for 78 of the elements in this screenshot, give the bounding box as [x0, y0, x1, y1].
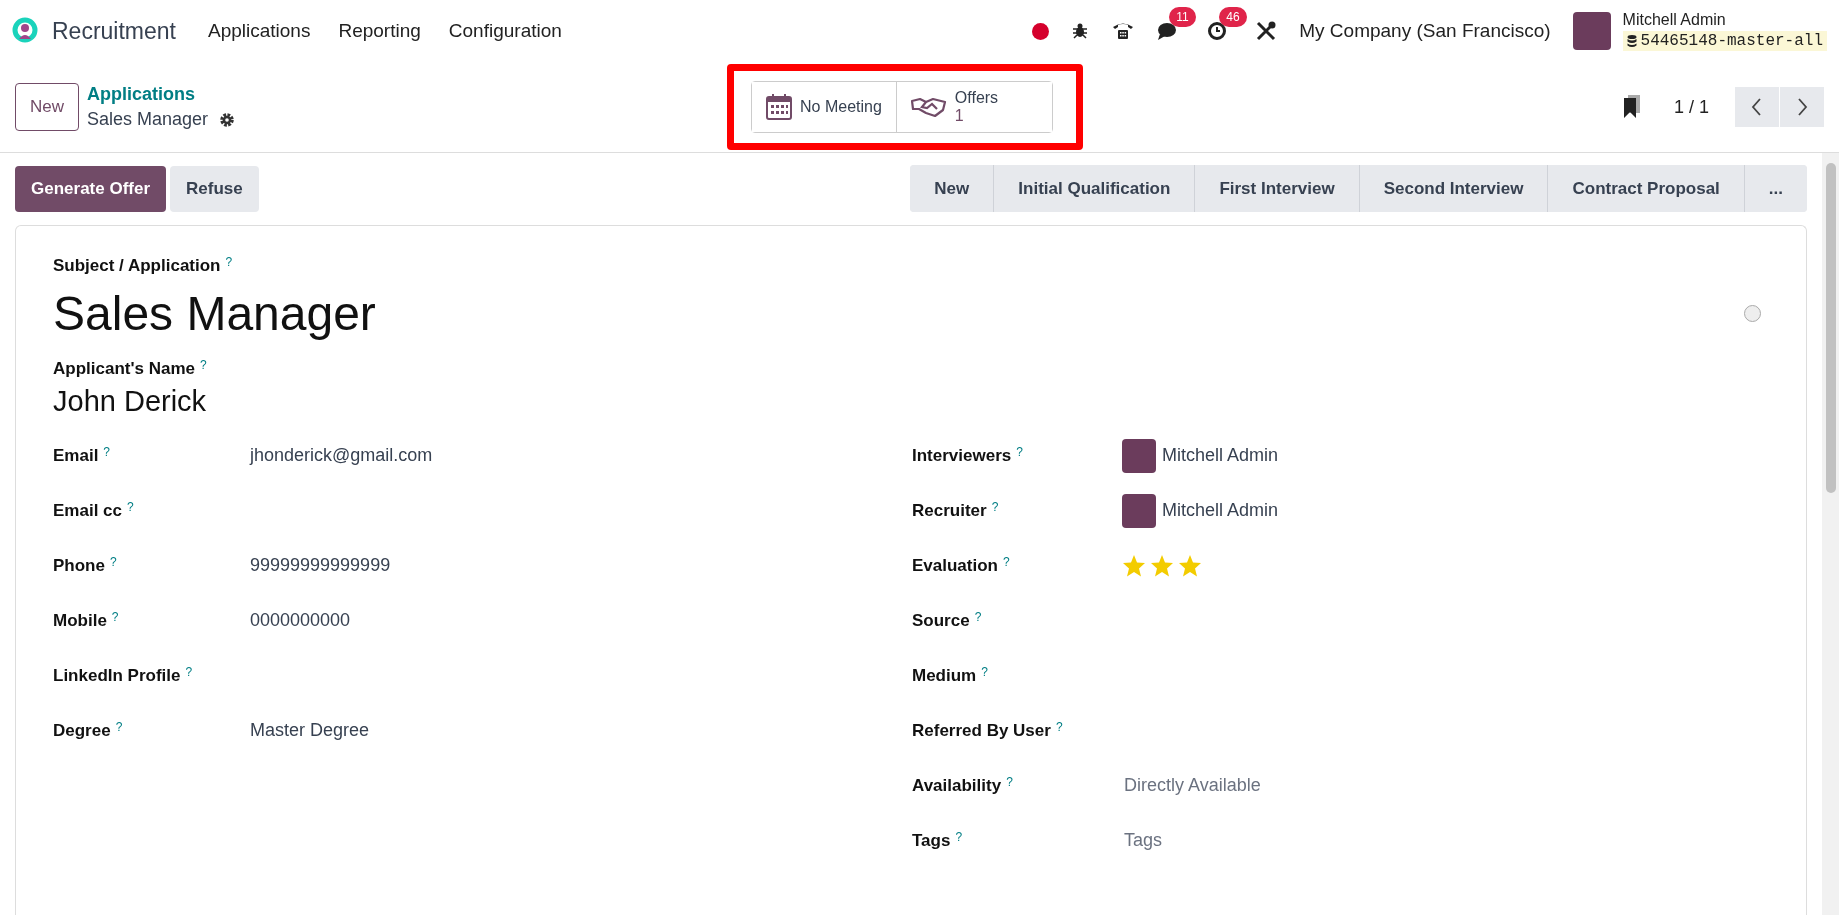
- help-tooltip[interactable]: ?: [1002, 555, 1010, 568]
- field-value: 0000000000: [250, 610, 351, 631]
- user-name: Mitchell Admin: [1162, 500, 1279, 521]
- field-label: Recruiter: [912, 500, 987, 521]
- help-tooltip[interactable]: ?: [974, 610, 982, 623]
- action-button[interactable]: Refuse: [170, 165, 259, 212]
- field-label: Applicant's Name: [53, 359, 195, 379]
- bug-icon[interactable]: [1071, 22, 1090, 40]
- notification-badge: 11: [1169, 7, 1196, 27]
- app-logo-icon[interactable]: [12, 17, 40, 45]
- scrollbar[interactable]: [1822, 153, 1839, 915]
- app-name[interactable]: Recruitment: [52, 17, 176, 45]
- record-title: Sales Manager: [53, 286, 376, 341]
- record-dot-icon[interactable]: [1032, 22, 1050, 40]
- bookmark-icon[interactable]: [1621, 94, 1642, 120]
- user-avatar: [1122, 438, 1156, 473]
- menu-item[interactable]: Configuration: [448, 20, 562, 42]
- calendar-icon[interactable]: [766, 93, 792, 121]
- applicant-name: John Derick: [53, 385, 208, 418]
- star-icon[interactable]: [1122, 553, 1146, 578]
- user-name: Mitchell Admin: [1162, 445, 1279, 466]
- help-tooltip[interactable]: ?: [111, 610, 119, 623]
- database-tag: 54465148-master-all: [1622, 31, 1827, 51]
- help-tooltip[interactable]: ?: [955, 830, 963, 843]
- field-label: Email: [53, 445, 99, 466]
- help-tooltip[interactable]: ?: [1055, 720, 1063, 733]
- field-label: Source: [912, 610, 970, 631]
- tools-icon[interactable]: [1255, 20, 1278, 42]
- action-button[interactable]: Generate Offer: [15, 165, 167, 212]
- field-label: Phone: [53, 555, 105, 576]
- star-icon[interactable]: [1150, 553, 1174, 578]
- stage-button[interactable]: New: [910, 165, 995, 212]
- help-tooltip[interactable]: ?: [109, 555, 117, 568]
- pager-value[interactable]: 1 / 1: [1673, 96, 1709, 118]
- field-label: LinkedIn Profile: [53, 665, 181, 686]
- field-label: Subject / Application: [53, 256, 221, 276]
- field-value: Master Degree: [250, 720, 370, 741]
- database-icon[interactable]: [1626, 34, 1637, 48]
- user-name[interactable]: Mitchell Admin: [1622, 11, 1827, 29]
- field-label: Degree: [53, 720, 111, 741]
- breadcrumb-link[interactable]: Applications: [87, 84, 237, 105]
- help-tooltip[interactable]: ?: [103, 445, 111, 458]
- notification-badge: 46: [1219, 7, 1247, 27]
- help-tooltip[interactable]: ?: [1006, 775, 1013, 788]
- help-tooltip[interactable]: ?: [185, 665, 193, 678]
- field-value: 99999999999999: [250, 555, 391, 576]
- input-field[interactable]: Directly Available: [1122, 774, 1426, 797]
- field-value: jhonderick@gmail.com: [250, 445, 433, 466]
- help-tooltip[interactable]: ?: [981, 665, 988, 678]
- field-label: Evaluation: [912, 555, 998, 576]
- record-name: Sales Manager: [87, 109, 209, 130]
- field-label: Availability: [912, 775, 1002, 796]
- handshake-icon[interactable]: [910, 95, 947, 119]
- user-avatar: [1122, 493, 1156, 528]
- help-tooltip[interactable]: ?: [225, 256, 233, 268]
- stat-button[interactable]: No Meeting: [752, 82, 897, 132]
- priority-toggle[interactable]: [1744, 305, 1761, 322]
- gear-icon[interactable]: [218, 110, 237, 129]
- clock-icon[interactable]: [1207, 21, 1228, 41]
- field-label: Mobile: [53, 610, 107, 631]
- field-label: Interviewers: [912, 445, 1012, 466]
- field-label: Referred By User: [912, 720, 1051, 741]
- star-icon[interactable]: [1178, 553, 1202, 578]
- company-switcher[interactable]: My Company (San Francisco): [1299, 20, 1551, 42]
- field-label: Email cc: [53, 500, 122, 521]
- help-tooltip[interactable]: ?: [115, 720, 123, 733]
- help-tooltip[interactable]: ?: [991, 500, 999, 513]
- new-button[interactable]: New: [15, 83, 79, 131]
- menu-item[interactable]: Applications: [208, 20, 311, 42]
- help-tooltip[interactable]: ?: [127, 500, 134, 513]
- scrollbar-thumb[interactable]: [1825, 163, 1836, 493]
- help-tooltip[interactable]: ?: [1016, 445, 1023, 458]
- user-avatar[interactable]: [1572, 12, 1611, 50]
- input-field[interactable]: Tags: [1122, 829, 1426, 852]
- menu-item[interactable]: Reporting: [338, 20, 421, 42]
- help-tooltip[interactable]: ?: [199, 359, 207, 371]
- field-label: Tags: [912, 830, 951, 851]
- field-label: Medium: [912, 665, 977, 686]
